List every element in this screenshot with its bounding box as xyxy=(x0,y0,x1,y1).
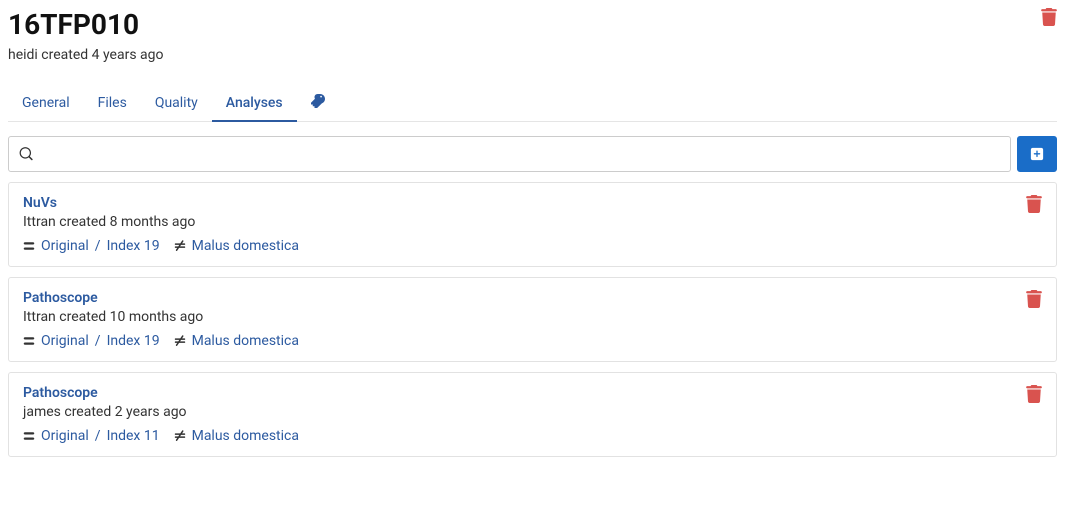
page-subtitle: heidi created 4 years ago xyxy=(8,47,163,63)
analysis-title-link[interactable]: NuVs xyxy=(23,195,57,211)
analysis-card: NuVs Ittran created 8 months ago Original /… xyxy=(8,182,1057,267)
subtraction-link[interactable]: Malus domestica xyxy=(192,238,299,254)
tab-analyses[interactable]: Analyses xyxy=(212,86,297,122)
plus-square-icon xyxy=(1030,147,1044,161)
analysis-title-link[interactable]: Pathoscope xyxy=(23,385,98,401)
not-equal-icon xyxy=(174,430,186,442)
separator: / xyxy=(95,238,101,254)
search-icon xyxy=(19,147,33,161)
trash-icon xyxy=(1041,8,1057,26)
equals-icon xyxy=(23,430,35,442)
analysis-title-link[interactable]: Pathoscope xyxy=(23,290,98,306)
delete-analysis-button[interactable] xyxy=(1026,385,1042,407)
index-link[interactable]: Index 19 xyxy=(107,238,160,254)
equals-icon xyxy=(23,335,35,347)
not-equal-icon xyxy=(174,240,186,252)
separator: / xyxy=(95,333,101,349)
subtraction-link[interactable]: Malus domestica xyxy=(192,333,299,349)
analysis-meta: Ittran created 8 months ago xyxy=(23,214,1042,230)
analysis-meta: james created 2 years ago xyxy=(23,404,1042,420)
analysis-card: Pathoscope Ittran created 10 months ago Or… xyxy=(8,277,1057,362)
page-title: 16TFP010 xyxy=(8,8,163,41)
reference-link[interactable]: Original xyxy=(41,428,89,444)
rights-tab[interactable] xyxy=(297,85,339,121)
equals-icon xyxy=(23,240,35,252)
not-equal-icon xyxy=(174,335,186,347)
search-input[interactable] xyxy=(41,145,1000,163)
tab-general[interactable]: General xyxy=(8,86,84,122)
separator: / xyxy=(95,428,101,444)
index-link[interactable]: Index 11 xyxy=(107,428,160,444)
reference-link[interactable]: Original xyxy=(41,333,89,349)
subtraction-link[interactable]: Malus domestica xyxy=(192,428,299,444)
add-analysis-button[interactable] xyxy=(1017,136,1057,172)
reference-link[interactable]: Original xyxy=(41,238,89,254)
analysis-meta: Ittran created 10 months ago xyxy=(23,309,1042,325)
analysis-card: Pathoscope james created 2 years ago Origi… xyxy=(8,372,1057,457)
index-link[interactable]: Index 19 xyxy=(107,333,160,349)
delete-sample-button[interactable] xyxy=(1041,8,1057,26)
delete-analysis-button[interactable] xyxy=(1026,290,1042,312)
search-input-wrap[interactable] xyxy=(8,136,1011,172)
tabs: General Files Quality Analyses xyxy=(8,85,1057,122)
key-icon xyxy=(311,94,325,108)
tab-quality[interactable]: Quality xyxy=(141,86,212,122)
tab-files[interactable]: Files xyxy=(84,86,141,122)
delete-analysis-button[interactable] xyxy=(1026,195,1042,217)
